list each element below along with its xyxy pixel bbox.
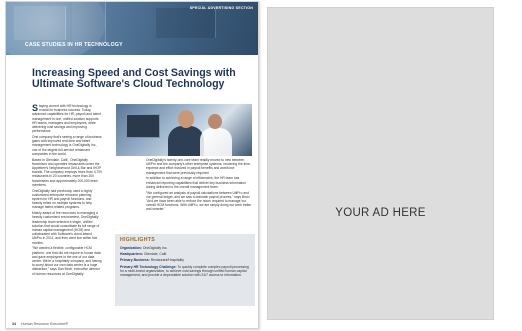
ad-placeholder[interactable]: YOUR AD HERE (267, 7, 494, 320)
highlight-label: Primary HR Technology Challenge: (120, 264, 177, 269)
highlight-value: Glendale, Calif. (143, 252, 168, 257)
page-number: 34 (12, 322, 16, 326)
body-paragraph: In addition to achieving a range of effi… (146, 176, 246, 189)
highlight-label: Organization: (120, 246, 142, 250)
banner-decoration (14, 6, 66, 40)
section-title: CASE STUDIES IN HR TECHNOLOGY (25, 42, 123, 48)
highlights-box: HIGHLIGHTS Organization: OneDigitally In… (115, 234, 255, 306)
body-paragraph: OneDigitally's twenty-one-core team read… (146, 158, 251, 175)
highlight-business: Primary Business: Restaurant/Hospitality (120, 258, 250, 262)
body-column-3: OneDigitally's twenty-one-core team read… (146, 158, 252, 213)
highlight-headquarters: Headquarters: Glendale, Calif. (120, 252, 250, 256)
highlight-value: OneDigitally Inc. (142, 246, 168, 250)
highlight-label: Headquarters: (120, 252, 143, 257)
highlight-label: Primary Business: (120, 258, 150, 263)
page-footer: 34 Human Resource Executive® (12, 322, 68, 326)
publication-name: Human Resource Executive® (21, 322, 69, 326)
banner-decoration (72, 2, 106, 42)
highlight-challenge: Primary HR Technology Challenge: To quic… (120, 265, 250, 278)
highlight-value: Restaurant/Hospitality (150, 258, 184, 263)
ad-text: YOUR AD HERE (335, 207, 426, 219)
banner-decoration (156, 8, 216, 38)
article-headline: Increasing Speed and Cost Savings with U… (32, 67, 236, 91)
highlights-title: HIGHLIGHTS (120, 237, 155, 243)
header-banner: SPECIAL ADVERTISING SECTION CASE STUDIES… (6, 2, 258, 55)
magazine-page: SPECIAL ADVERTISING SECTION CASE STUDIES… (5, 1, 259, 329)
edition-label: SPECIAL ADVERTISING SECTION (189, 6, 253, 10)
highlight-organization: Organization: OneDigitally Inc. (120, 246, 250, 250)
body-paragraph: "We configured an analysis of payroll ca… (146, 190, 252, 212)
